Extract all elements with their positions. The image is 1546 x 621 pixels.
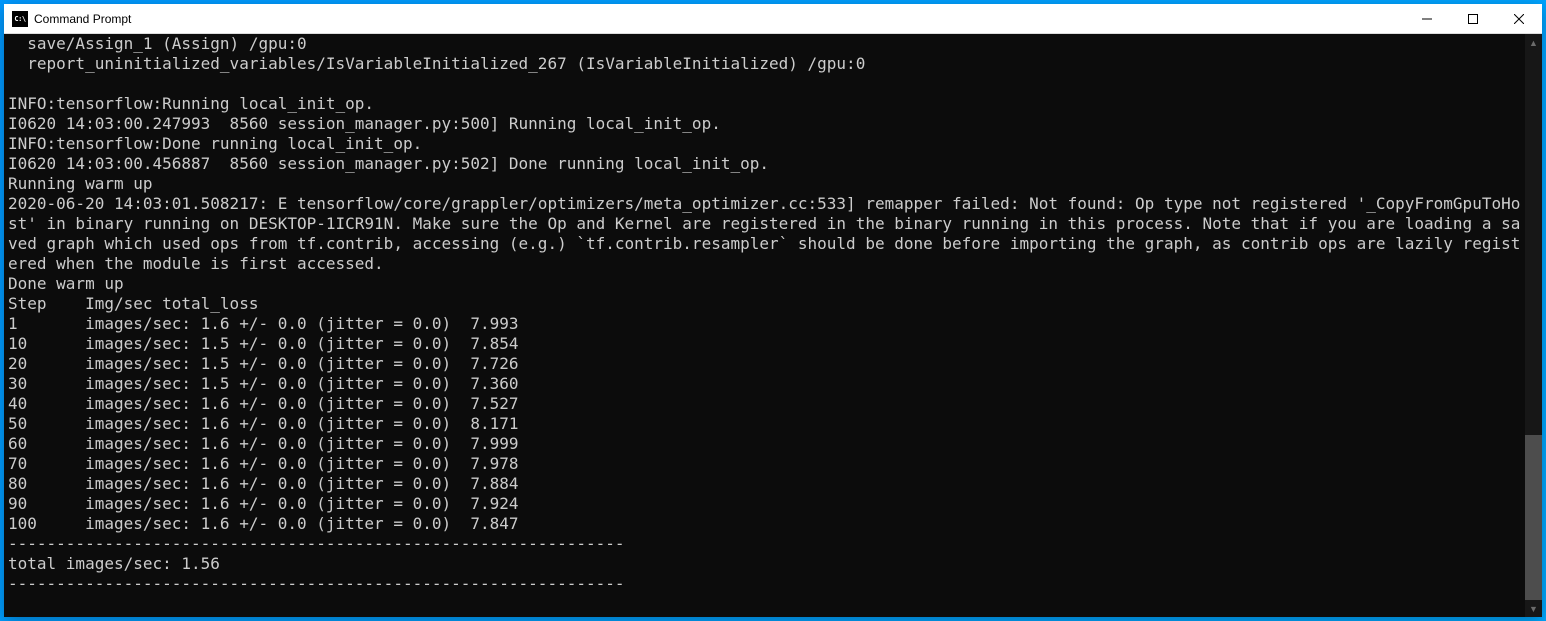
minimize-button[interactable] [1404,4,1450,33]
terminal-output[interactable]: save/Assign_1 (Assign) /gpu:0 report_uni… [4,34,1525,617]
vertical-scrollbar[interactable]: ▲ ▼ [1525,34,1542,617]
window-controls [1404,4,1542,33]
close-button[interactable] [1496,4,1542,33]
maximize-button[interactable] [1450,4,1496,33]
scrollbar-track[interactable] [1525,51,1542,600]
scrollbar-thumb[interactable] [1525,435,1542,600]
command-prompt-window: Command Prompt save/Assign_1 (Assign) /g… [4,4,1542,617]
titlebar[interactable]: Command Prompt [4,4,1542,34]
scroll-down-button[interactable]: ▼ [1525,600,1542,617]
cmd-icon [12,11,28,27]
terminal-container: save/Assign_1 (Assign) /gpu:0 report_uni… [4,34,1542,617]
scroll-up-button[interactable]: ▲ [1525,34,1542,51]
window-title: Command Prompt [34,12,1404,26]
